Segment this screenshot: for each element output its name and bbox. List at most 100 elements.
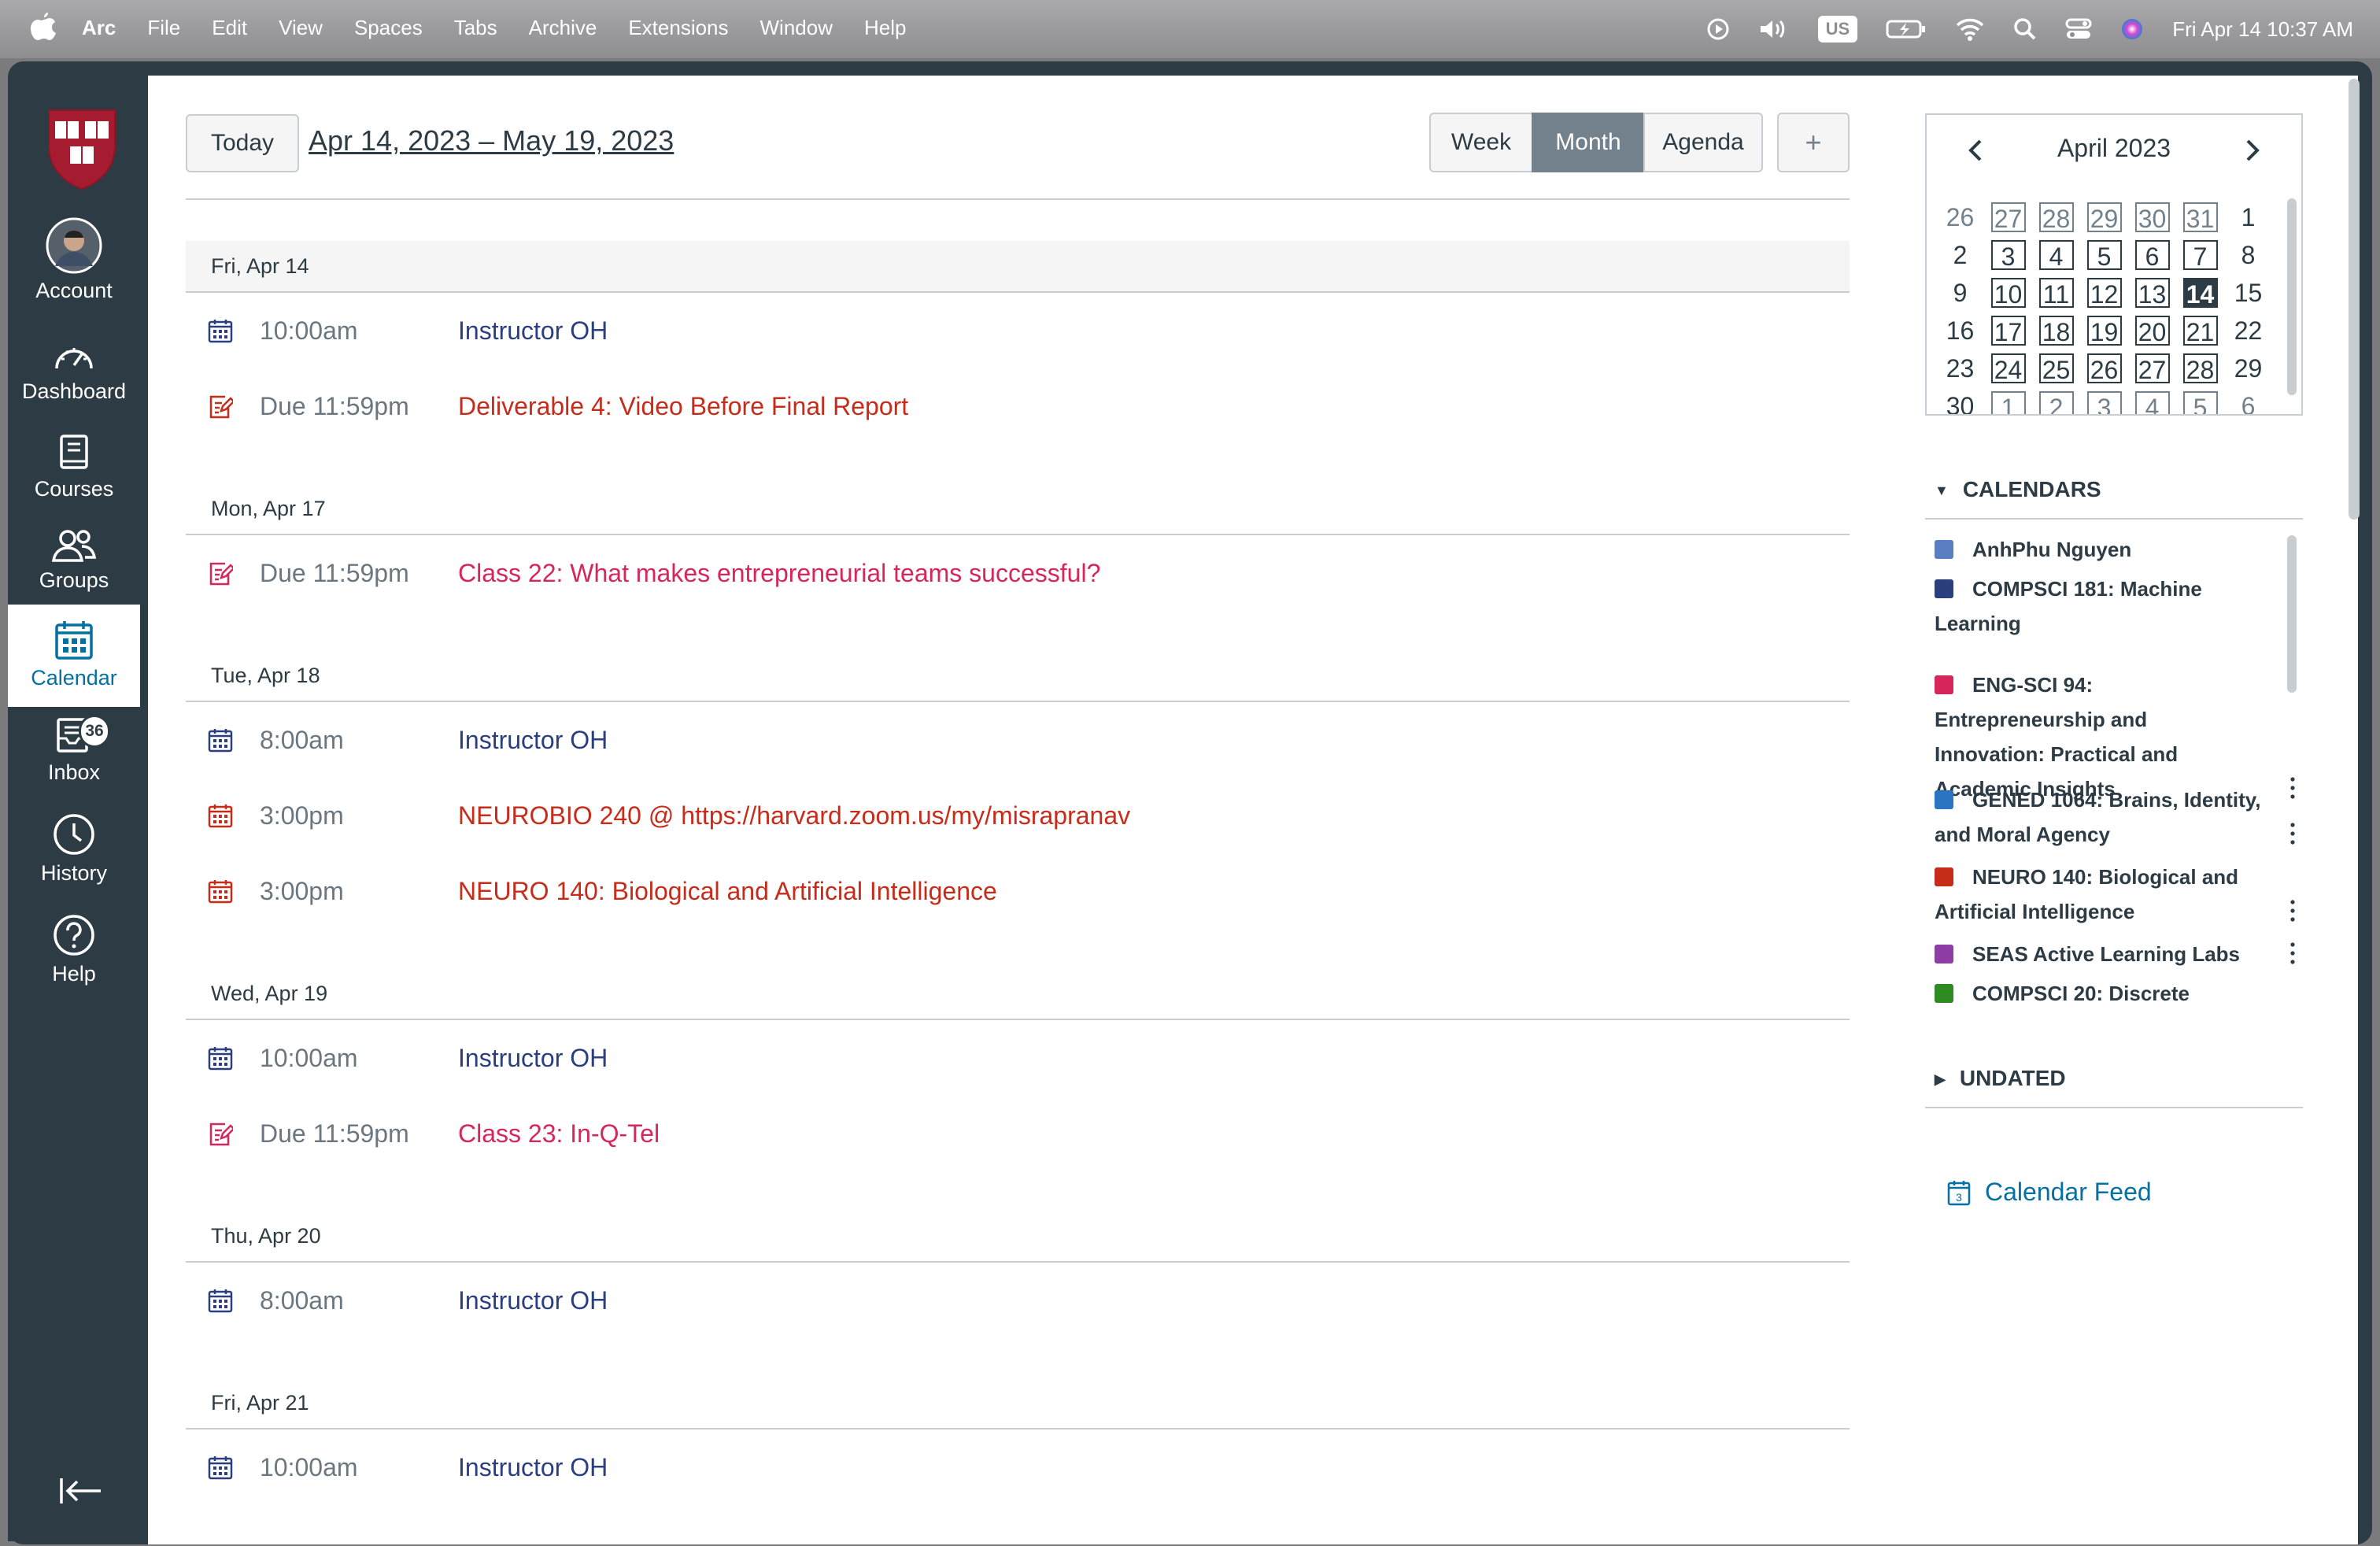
mini-calendar-scrollbar[interactable] <box>2287 198 2297 395</box>
mini-calendar-day[interactable]: 30 <box>1936 387 1984 415</box>
mini-calendar-day[interactable]: 19 <box>2080 312 2128 350</box>
agenda-event-title[interactable]: Class 22: What makes entrepreneurial tea… <box>458 559 1100 588</box>
today-button[interactable]: Today <box>186 114 299 172</box>
agenda-event-title[interactable]: Instructor OH <box>458 726 608 755</box>
menu-archive[interactable]: Archive <box>529 16 597 40</box>
agenda-event[interactable]: Due 11:59pm Deliverable 4: Video Before F… <box>186 383 1850 430</box>
mini-calendar-day[interactable]: 13 <box>2128 274 2176 312</box>
mini-calendar-day[interactable]: 26 <box>1936 198 1984 236</box>
apple-logo-icon[interactable] <box>30 11 57 43</box>
calendar-color-swatch[interactable] <box>1935 867 1953 886</box>
menu-extensions[interactable]: Extensions <box>628 16 728 40</box>
menu-app-name[interactable]: Arc <box>82 16 116 40</box>
mini-calendar-day[interactable]: 4 <box>2128 387 2176 414</box>
undated-section-header[interactable]: ▶ UNDATED <box>1925 1066 2303 1108</box>
calendars-section-header[interactable]: ▼ CALENDARS <box>1925 477 2303 520</box>
agenda-event[interactable]: 3:00pm NEURO 140: Biological and Artifici… <box>186 867 1850 915</box>
nav-account[interactable]: Account <box>8 217 140 303</box>
agenda-event-title[interactable]: NEURO 140: Biological and Artificial Int… <box>458 877 997 906</box>
calendar-toggle-item[interactable]: SEAS Active Learning Labs <box>1935 937 2295 971</box>
date-range-link[interactable]: Apr 14, 2023 – May 19, 2023 <box>309 124 674 157</box>
menu-spaces[interactable]: Spaces <box>354 16 423 40</box>
menu-window[interactable]: Window <box>760 16 833 40</box>
calendar-feed-link[interactable]: 3 Calendar Feed <box>1947 1178 2152 1207</box>
calendars-scrollbar[interactable] <box>2287 535 2297 693</box>
mini-calendar-day[interactable]: 9 <box>1936 274 1984 312</box>
calendar-toggle-item[interactable]: NEURO 140: Biological and Artificial Int… <box>1935 860 2295 929</box>
mini-calendar-day[interactable]: 1 <box>2224 198 2272 236</box>
mini-calendar-today[interactable]: 14 <box>2176 274 2224 312</box>
nav-history[interactable]: History <box>8 812 140 886</box>
add-event-button[interactable]: + <box>1777 113 1850 172</box>
mini-calendar-day[interactable]: 20 <box>2128 312 2176 350</box>
mini-calendar-day[interactable]: 27 <box>2128 350 2176 387</box>
mini-calendar-day[interactable]: 29 <box>2080 198 2128 236</box>
agenda-event-title[interactable]: Instructor OH <box>458 1286 608 1315</box>
play-circle-icon[interactable] <box>1706 17 1730 41</box>
mini-calendar-day[interactable]: 5 <box>2080 236 2128 274</box>
agenda-event[interactable]: 10:00am Instructor OH <box>186 1444 1850 1491</box>
calendar-toggle-item[interactable]: COMPSCI 181: Machine Learning <box>1935 571 2295 641</box>
nav-groups[interactable]: Groups <box>8 527 140 593</box>
more-options-icon[interactable] <box>2290 899 2295 923</box>
more-options-icon[interactable] <box>2290 822 2295 845</box>
menu-edit[interactable]: Edit <box>212 16 247 40</box>
calendar-color-swatch[interactable] <box>1935 790 1953 809</box>
mini-calendar-day[interactable]: 3 <box>2080 387 2128 414</box>
view-agenda-button[interactable]: Agenda <box>1643 113 1763 172</box>
mini-calendar-day[interactable]: 3 <box>1984 236 2032 274</box>
agenda-event-title[interactable]: Class 23: In-Q-Tel <box>458 1119 660 1148</box>
agenda-event-title[interactable]: Instructor OH <box>458 316 608 346</box>
agenda-event-title[interactable]: Instructor OH <box>458 1453 608 1482</box>
control-center-icon[interactable] <box>2065 17 2092 41</box>
mini-calendar-day[interactable]: 8 <box>2224 236 2272 274</box>
mini-calendar-day[interactable]: 5 <box>2176 387 2224 414</box>
page-scrollbar[interactable] <box>2349 79 2360 520</box>
calendar-color-swatch[interactable] <box>1935 984 1953 1003</box>
collapse-nav-icon[interactable] <box>58 1475 105 1507</box>
mini-calendar-day[interactable]: 30 <box>2128 198 2176 236</box>
agenda-event[interactable]: Due 11:59pm Class 22: What makes entrepre… <box>186 549 1850 597</box>
mini-calendar-day[interactable]: 24 <box>1984 350 2032 387</box>
wifi-icon[interactable] <box>1955 17 1985 41</box>
next-month-icon[interactable] <box>2243 139 2262 162</box>
mini-calendar-day[interactable]: 28 <box>2176 350 2224 387</box>
volume-icon[interactable] <box>1758 17 1790 41</box>
menu-tabs[interactable]: Tabs <box>454 16 497 40</box>
calendar-toggle-item[interactable]: GENED 1064: Brains, Identity, and Moral … <box>1935 782 2295 852</box>
agenda-event[interactable]: 8:00am Instructor OH <box>186 1277 1850 1324</box>
mini-calendar-day[interactable]: 21 <box>2176 312 2224 350</box>
calendar-color-swatch[interactable] <box>1935 579 1953 598</box>
mini-calendar-day[interactable]: 16 <box>1936 312 1984 350</box>
mini-calendar-day[interactable]: 28 <box>2032 198 2080 236</box>
agenda-event[interactable]: 10:00am Instructor OH <box>186 1034 1850 1082</box>
calendar-color-swatch[interactable] <box>1935 945 1953 963</box>
nav-help[interactable]: Help <box>8 913 140 986</box>
more-options-icon[interactable] <box>2290 776 2295 800</box>
harvard-shield-logo[interactable] <box>46 107 118 190</box>
mini-calendar-day[interactable]: 15 <box>2224 274 2272 312</box>
mini-calendar-day[interactable]: 7 <box>2176 236 2224 274</box>
mini-calendar-day[interactable]: 22 <box>2224 312 2272 350</box>
mini-calendar-day[interactable]: 1 <box>1984 387 2032 414</box>
calendar-toggle-item[interactable]: AnhPhu Nguyen <box>1935 532 2295 567</box>
menu-help[interactable]: Help <box>864 16 906 40</box>
agenda-event[interactable]: 8:00am Instructor OH <box>186 716 1850 764</box>
mini-calendar-day[interactable]: 2 <box>2032 387 2080 414</box>
menu-file[interactable]: File <box>147 16 180 40</box>
menu-view[interactable]: View <box>279 16 323 40</box>
mini-calendar-day[interactable]: 27 <box>1984 198 2032 236</box>
agenda-event-title[interactable]: Deliverable 4: Video Before Final Report <box>458 392 908 421</box>
agenda-event[interactable]: 10:00am Instructor OH <box>186 307 1850 354</box>
siri-icon[interactable] <box>2120 17 2144 41</box>
nav-dashboard[interactable]: Dashboard <box>8 340 140 404</box>
mini-calendar-day[interactable]: 29 <box>2224 350 2272 387</box>
mini-calendar-day[interactable]: 4 <box>2032 236 2080 274</box>
mini-calendar-day[interactable]: 18 <box>2032 312 2080 350</box>
calendar-toggle-item[interactable]: COMPSCI 20: Discrete Mathematics for Com… <box>1935 976 2262 1004</box>
calendar-color-swatch[interactable] <box>1935 540 1953 559</box>
mini-calendar-day[interactable]: 31 <box>2176 198 2224 236</box>
nav-calendar[interactable]: Calendar <box>8 605 140 707</box>
keyboard-layout-indicator[interactable]: US <box>1817 16 1858 43</box>
agenda-event[interactable]: 3:00pm NEUROBIO 240 @ https://harvard.zoo… <box>186 792 1850 839</box>
